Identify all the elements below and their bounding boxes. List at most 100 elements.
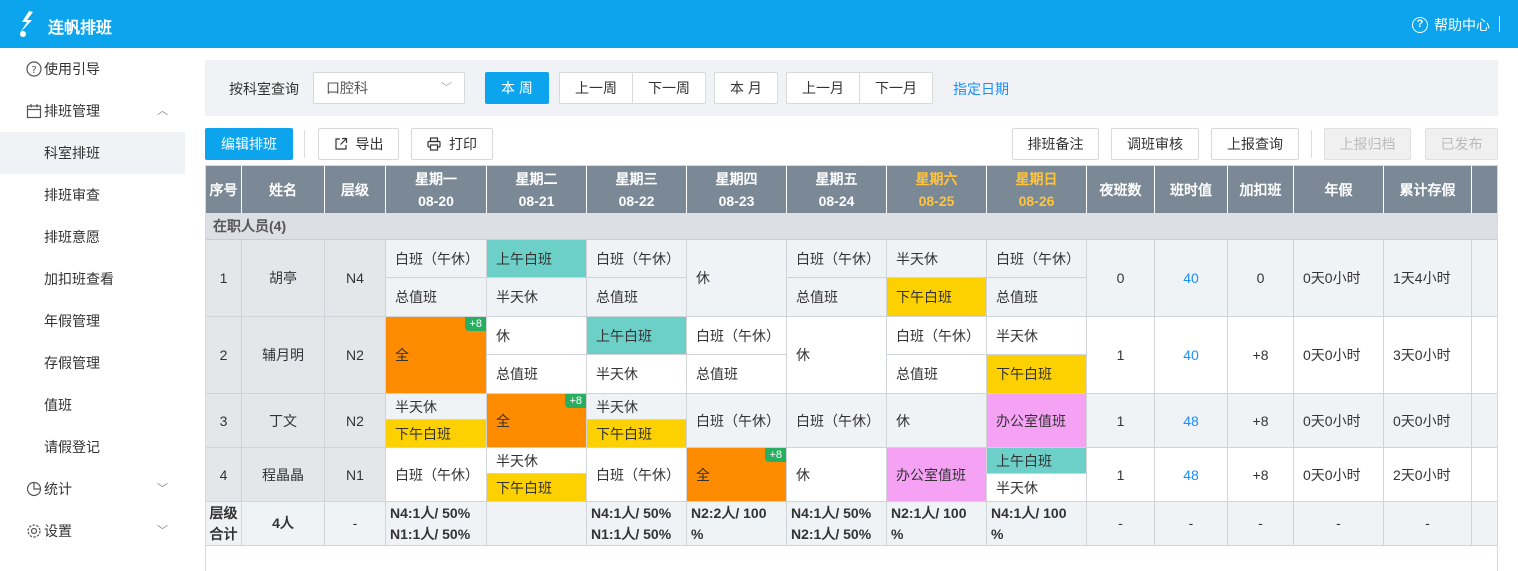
summary-label-line: 层级 xyxy=(209,505,238,521)
shift-cell[interactable]: 白班（午休） 总值班 xyxy=(587,240,687,317)
prev-month-button[interactable]: 上一月 xyxy=(786,72,860,104)
report-query-button[interactable]: 上报查询 xyxy=(1211,128,1299,160)
dept-select[interactable]: 口腔科 ﹀ xyxy=(313,72,465,104)
edit-schedule-button[interactable]: 编辑排班 xyxy=(205,128,293,160)
sidebar-item-stored-leave[interactable]: 存假管理 xyxy=(0,342,185,384)
shift-slot: 半天休 xyxy=(987,474,1086,501)
sidebar-item-schedule-management[interactable]: 排班管理 ︿ xyxy=(0,90,185,132)
shift-cell[interactable]: 休 xyxy=(887,394,987,448)
overtime-badge: +8 xyxy=(565,394,586,408)
shift-cell[interactable]: 白班（午休） 总值班 xyxy=(787,240,887,317)
shift-cell[interactable]: 上午白班 半天休 xyxy=(587,317,687,394)
row-index: 4 xyxy=(206,448,242,502)
night-shift-count: 0 xyxy=(1087,240,1155,317)
print-label: 打印 xyxy=(449,136,477,152)
shift-cell[interactable]: 半天休 下午白班 xyxy=(987,317,1087,394)
shift-slot: 总值班 xyxy=(887,355,986,393)
sidebar-item-duty[interactable]: 值班 xyxy=(0,384,185,426)
this-week-button[interactable]: 本 周 xyxy=(485,72,549,104)
sidebar-item-leave-register[interactable]: 请假登记 xyxy=(0,426,185,468)
weekday-label: 星期六 xyxy=(915,170,958,187)
sidebar-item-settings[interactable]: 设置 ﹀ xyxy=(0,510,185,552)
stored-leave: 2天0小时 xyxy=(1384,448,1472,502)
sidebar-item-schedule-preference[interactable]: 排班意愿 xyxy=(0,216,185,258)
this-month-button[interactable]: 本 月 xyxy=(714,72,778,104)
svg-text:?: ? xyxy=(31,65,36,76)
shift-cell[interactable]: 全 +8 xyxy=(386,317,487,394)
report-archive-button[interactable]: 上报归档 xyxy=(1324,128,1411,160)
shift-label: 全 xyxy=(696,466,710,483)
shift-cell[interactable]: 半天休 下午白班 xyxy=(386,394,487,448)
next-month-button[interactable]: 下一月 xyxy=(859,72,933,104)
shift-cell[interactable]: 白班（午休） 总值班 xyxy=(386,240,487,317)
prev-week-button[interactable]: 上一周 xyxy=(559,72,633,104)
shift-cell[interactable]: 休 xyxy=(687,240,787,317)
shift-slot: 半天休 xyxy=(587,355,686,393)
shift-cell[interactable]: 半天休 下午白班 xyxy=(587,394,687,448)
divider xyxy=(1499,16,1500,32)
shift-cell[interactable]: 半天休 下午白班 xyxy=(887,240,987,317)
shift-cell[interactable]: 办公室值班 xyxy=(887,448,987,502)
column-header-extra xyxy=(1472,166,1497,213)
shift-cell[interactable]: 白班（午休） 总值班 xyxy=(687,317,787,394)
print-button[interactable]: 打印 xyxy=(411,128,493,160)
sidebar-item-annual-leave[interactable]: 年假管理 xyxy=(0,300,185,342)
shift-hours-link[interactable]: 40 xyxy=(1155,240,1228,317)
shift-cell[interactable]: 白班（午休） 总值班 xyxy=(887,317,987,394)
shift-hours-link[interactable]: 48 xyxy=(1155,394,1228,448)
column-header-sun: 星期日 08-26 xyxy=(987,166,1087,213)
shift-cell[interactable]: 白班（午休） xyxy=(687,394,787,448)
sidebar-item-statistics[interactable]: 统计 ﹀ xyxy=(0,468,185,510)
sidebar-item-dept-schedule[interactable]: 科室排班 xyxy=(0,132,185,174)
shift-cell[interactable]: 休 总值班 xyxy=(487,317,587,394)
shift-hours-link[interactable]: 48 xyxy=(1155,448,1228,502)
summary-extra xyxy=(1472,502,1497,546)
shift-hours-link[interactable]: 40 xyxy=(1155,317,1228,394)
annual-leave: 0天0小时 xyxy=(1294,448,1384,502)
annual-leave: 0天0小时 xyxy=(1294,394,1384,448)
sidebar-item-overtime-view[interactable]: 加扣班查看 xyxy=(0,258,185,300)
shift-cell[interactable]: 半天休 下午白班 xyxy=(487,448,587,502)
overtime-badge: +8 xyxy=(765,448,786,462)
sidebar-item-schedule-review[interactable]: 排班审查 xyxy=(0,174,185,216)
shift-cell[interactable]: 白班（午休） xyxy=(587,448,687,502)
column-header-night: 夜班数 xyxy=(1087,166,1155,213)
column-header-level: 层级 xyxy=(325,166,386,213)
shift-cell[interactable]: 白班（午休） 总值班 xyxy=(987,240,1087,317)
summary-line: N4:1人/ 50% xyxy=(791,505,872,521)
schedule-note-button[interactable]: 排班备注 xyxy=(1012,128,1099,160)
summary-line: N4:1人/ 100 xyxy=(991,505,1067,521)
help-center-link[interactable]: ? 帮助中心 xyxy=(1412,15,1490,35)
summary-line: N1:1人/ 50% xyxy=(591,526,672,542)
export-button[interactable]: 导出 xyxy=(318,128,399,160)
shift-cell[interactable]: 上午白班 半天休 xyxy=(987,448,1087,502)
shift-slot: 半天休 xyxy=(487,448,586,474)
shift-cell[interactable]: 上午白班 半天休 xyxy=(487,240,587,317)
shift-slot: 白班（午休） xyxy=(687,317,786,355)
employee-level: N2 xyxy=(325,394,386,448)
app-title: 连帆排班 xyxy=(48,20,113,37)
next-week-button[interactable]: 下一周 xyxy=(632,72,706,104)
table-footer-space xyxy=(206,546,1497,571)
shift-cell[interactable]: 白班（午休） xyxy=(787,394,887,448)
date-label: 08-26 xyxy=(1018,192,1055,209)
specify-date-link[interactable]: 指定日期 xyxy=(953,79,1009,99)
chevron-up-icon: ︿ xyxy=(157,105,168,117)
shift-slot: 半天休 xyxy=(587,394,686,420)
shift-cell[interactable]: 全 +8 xyxy=(487,394,587,448)
sidebar-item-guide[interactable]: ? 使用引导 xyxy=(0,48,185,90)
shift-cell[interactable]: 全 +8 xyxy=(687,448,787,502)
export-label: 导出 xyxy=(355,136,384,152)
employee-name: 胡亭 xyxy=(242,240,325,317)
shift-cell[interactable]: 休 xyxy=(787,317,887,394)
annual-leave: 0天0小时 xyxy=(1294,240,1384,317)
top-bar: 连帆排班 ? 帮助中心 xyxy=(0,0,1518,48)
stored-leave: 1天4小时 xyxy=(1384,240,1472,317)
shift-audit-button[interactable]: 调班审核 xyxy=(1111,128,1199,160)
annual-leave: 0天0小时 xyxy=(1294,317,1384,394)
weekday-label: 星期一 xyxy=(415,170,457,187)
shift-cell[interactable]: 白班（午休） xyxy=(386,448,487,502)
shift-cell[interactable]: 休 xyxy=(787,448,887,502)
published-button[interactable]: 已发布 xyxy=(1425,128,1498,160)
shift-cell[interactable]: 办公室值班 xyxy=(987,394,1087,448)
